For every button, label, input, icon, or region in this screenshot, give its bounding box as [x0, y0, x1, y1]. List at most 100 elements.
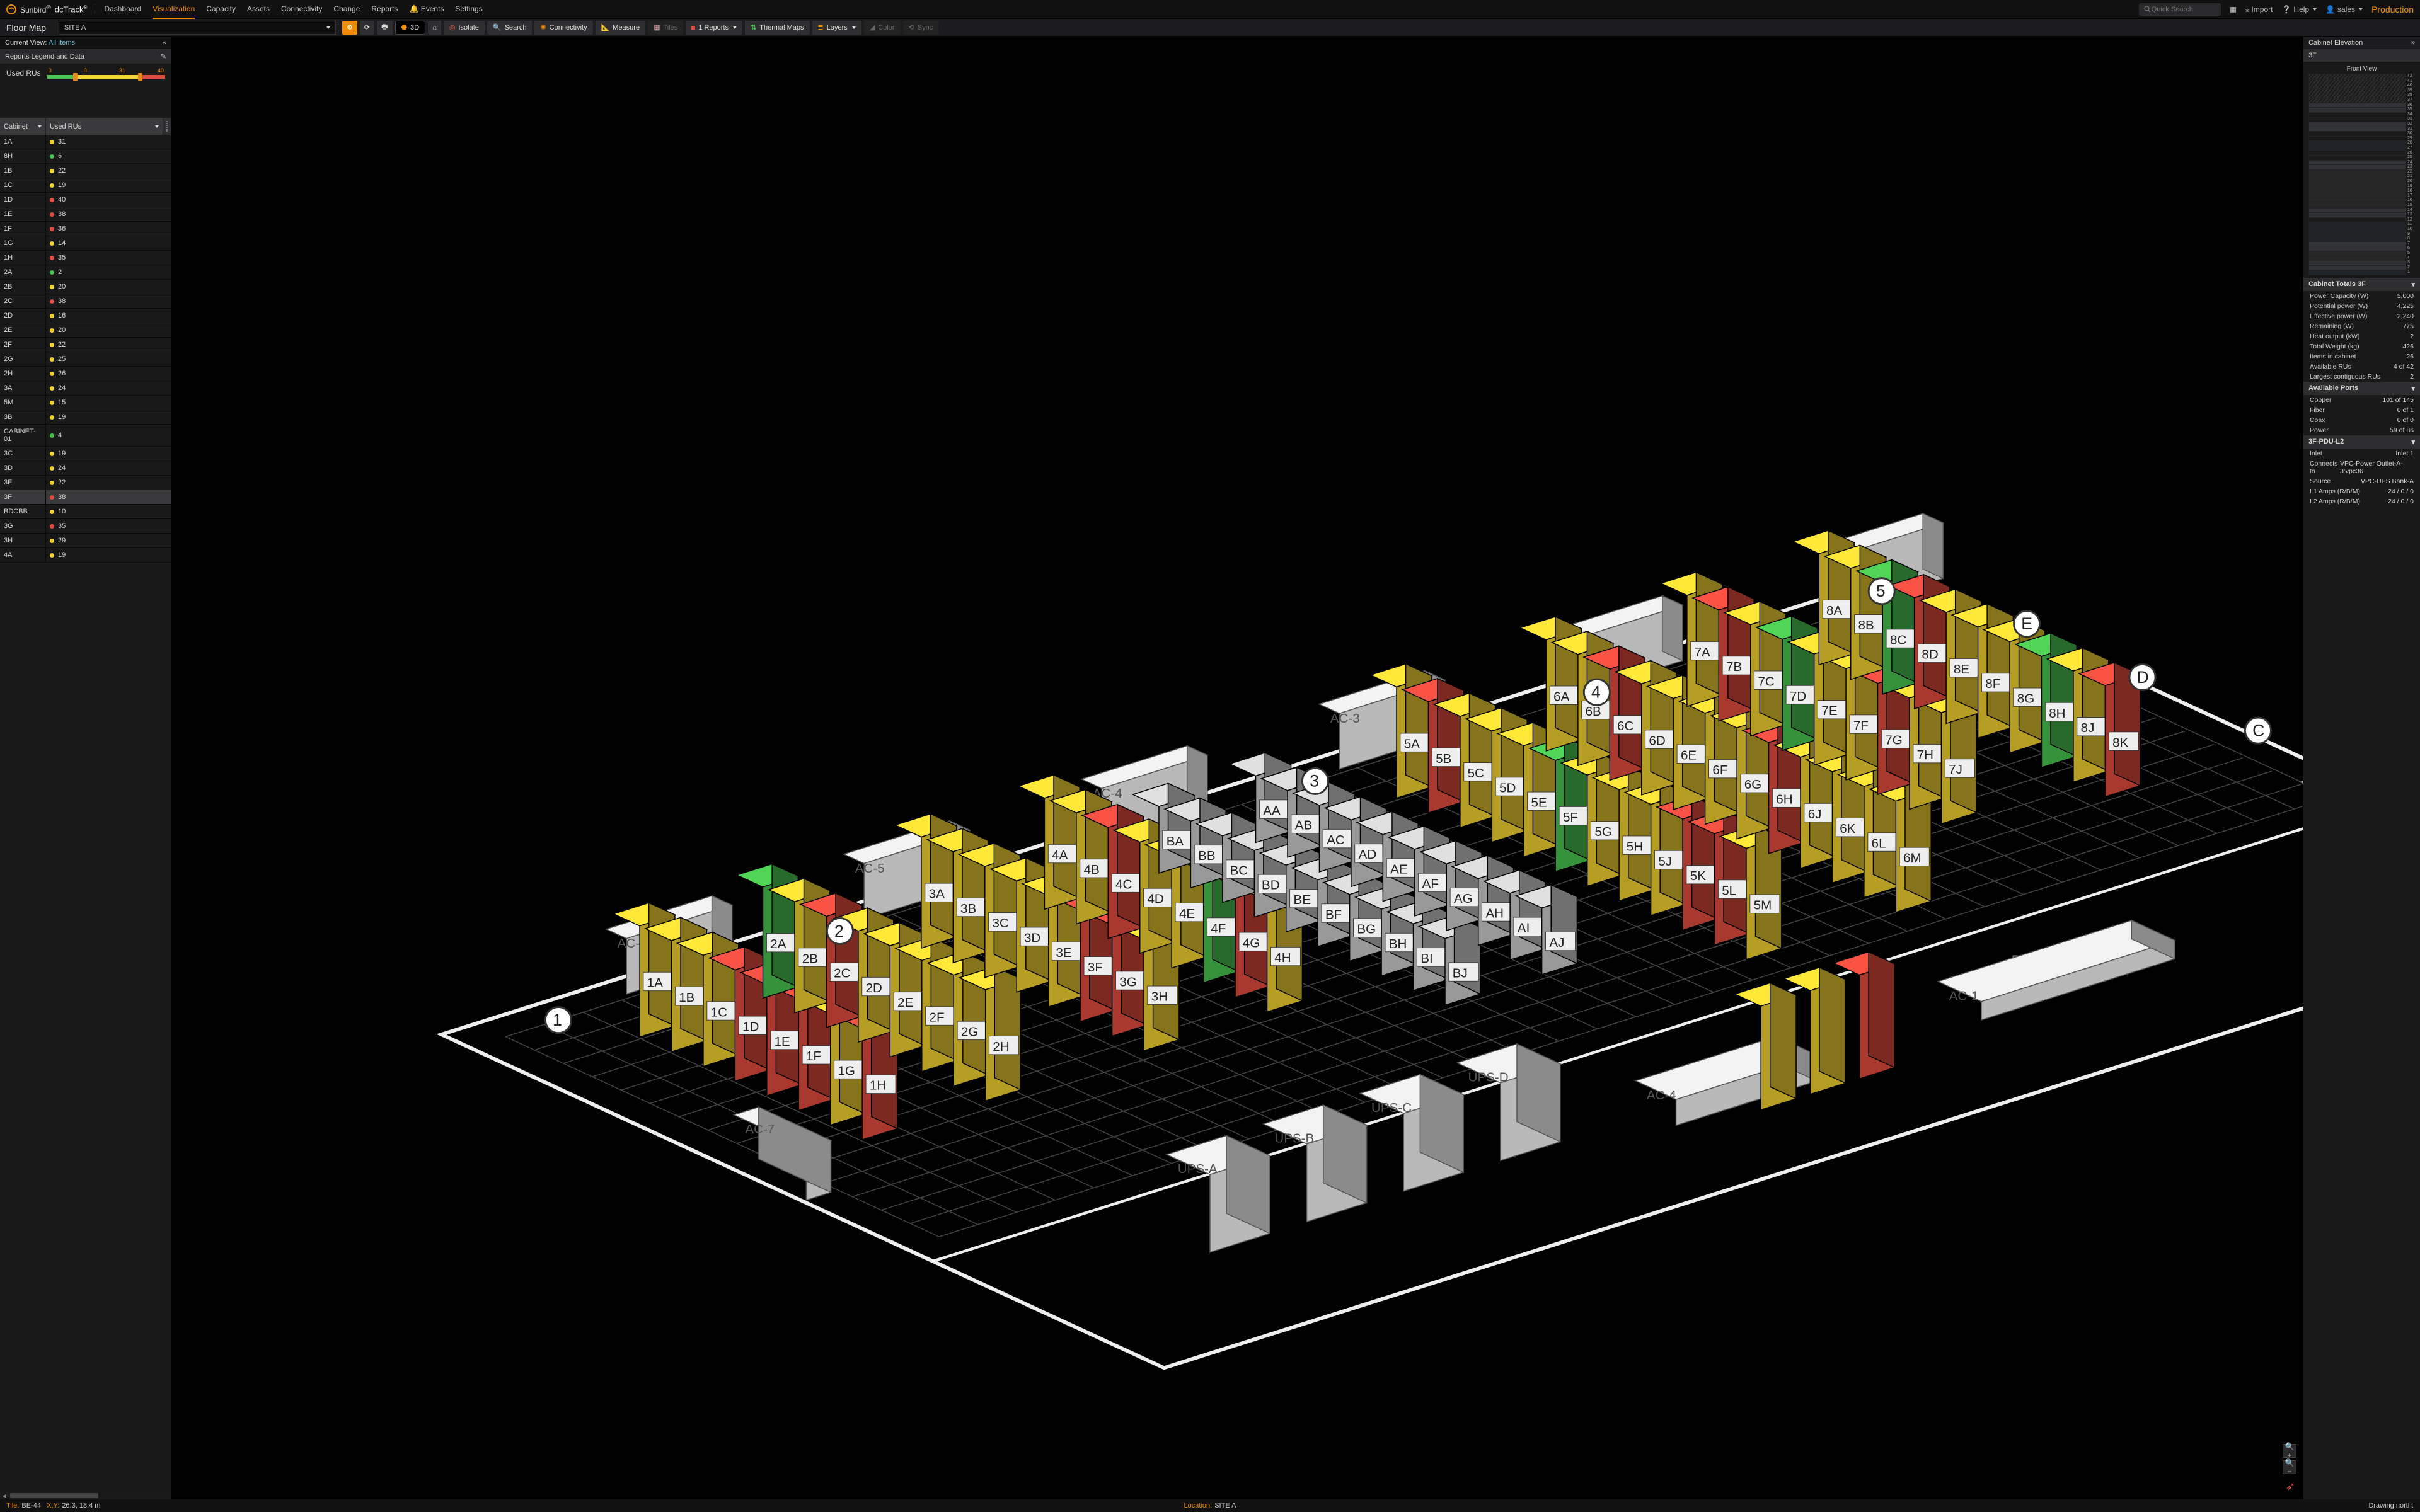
expand-right-icon[interactable]: »	[2411, 39, 2415, 47]
table-row[interactable]: 3G35	[0, 519, 171, 534]
nav-dashboard[interactable]: Dashboard	[104, 0, 141, 19]
collapse-left-icon[interactable]: «	[163, 39, 166, 47]
nav-settings[interactable]: Settings	[455, 0, 482, 19]
sync-button[interactable]: ⟲Sync	[903, 21, 939, 35]
nav-connectivity[interactable]: Connectivity	[281, 0, 322, 19]
legend-gradient[interactable]	[47, 75, 165, 79]
table-row[interactable]: 2E20	[0, 323, 171, 338]
table-row[interactable]: 1F36	[0, 222, 171, 236]
site-selector-label: SITE A	[64, 24, 86, 32]
user-menu[interactable]: 👤 sales	[2325, 5, 2363, 14]
current-view-link[interactable]: All Items	[49, 39, 75, 47]
connectivity-button[interactable]: ✺Connectivity	[534, 21, 592, 35]
table-row[interactable]: 2F22	[0, 338, 171, 352]
tiles-button[interactable]: ▦Tiles	[648, 21, 683, 35]
cabinet-table-hscroll[interactable]: ◂	[0, 1492, 171, 1499]
svg-text:2D: 2D	[866, 981, 882, 995]
pdu-list: InletInlet 1Connects toVPC-Power Outlet-…	[2303, 449, 2420, 507]
table-row[interactable]: 1E38	[0, 207, 171, 222]
table-row[interactable]: 2H26	[0, 367, 171, 381]
cabinet-table-body[interactable]: 1A318H61B221C191D401E381F361G141H352A22B…	[0, 135, 171, 1492]
table-row[interactable]: BDCBB10	[0, 505, 171, 519]
kv-row: Power Capacity (W)5,000	[2303, 291, 2420, 301]
table-row[interactable]: 3B19	[0, 410, 171, 425]
svg-text:3C: 3C	[993, 916, 1009, 931]
table-row[interactable]: 2B20	[0, 280, 171, 294]
ru-slot[interactable]	[2308, 270, 2406, 275]
svg-text:8H: 8H	[2049, 706, 2065, 721]
status-bar: Tile:BE-44 X,Y:26.3, 18.4 m Location:SIT…	[0, 1499, 2420, 1512]
table-row[interactable]: 5M15	[0, 396, 171, 410]
table-row[interactable]: 2A2	[0, 265, 171, 280]
table-row[interactable]: 2G25	[0, 352, 171, 367]
table-row[interactable]: 3C19	[0, 447, 171, 461]
cabinet-totals-header[interactable]: Cabinet Totals 3F▾	[2303, 278, 2420, 291]
svg-text:C: C	[2252, 721, 2264, 740]
svg-text:6G: 6G	[1744, 777, 1761, 792]
isolate-button[interactable]: ◎Isolate	[444, 21, 485, 35]
nav-change[interactable]: Change	[333, 0, 360, 19]
measure-button[interactable]: 📐Measure	[596, 21, 646, 35]
legend-handle-low[interactable]	[73, 73, 78, 81]
col-used-rus[interactable]: Used RUs	[46, 118, 163, 135]
svg-text:2G: 2G	[961, 1025, 978, 1040]
table-row[interactable]: 1A31	[0, 135, 171, 149]
legend-handle-high[interactable]	[138, 73, 142, 81]
table-row[interactable]: 3F38	[0, 490, 171, 505]
nav-reports[interactable]: Reports	[371, 0, 398, 19]
nav-events[interactable]: 🔔 Events	[409, 0, 444, 19]
brand-app: dcTrack®	[55, 4, 88, 14]
view-3d-button[interactable]: ⬣3D	[395, 21, 426, 35]
kv-row: Coax0 of 0	[2303, 415, 2420, 425]
nav-capacity[interactable]: Capacity	[206, 0, 236, 19]
quick-search[interactable]	[2139, 3, 2221, 16]
pdu-header[interactable]: 3F-PDU-L2▾	[2303, 435, 2420, 449]
table-row[interactable]: 8H6	[0, 149, 171, 164]
import-button[interactable]: ⤓ Import	[2245, 4, 2273, 14]
print-button[interactable]: 🖶	[377, 21, 392, 35]
table-row[interactable]: 3H29	[0, 534, 171, 548]
nav-right: ▦ ⤓ Import ❔ Help 👤 sales Production	[2139, 3, 2414, 16]
nav-assets[interactable]: Assets	[247, 0, 270, 19]
table-row[interactable]: 1C19	[0, 178, 171, 193]
table-row[interactable]: 1B22	[0, 164, 171, 178]
thermal-maps-button[interactable]: ⇅Thermal Maps	[745, 21, 810, 35]
color-button[interactable]: ◢Color	[864, 21, 901, 35]
layers-button[interactable]: ≣Layers	[812, 21, 861, 35]
refresh-button[interactable]: ⟳	[360, 21, 374, 35]
help-menu[interactable]: ❔ Help	[2281, 5, 2317, 14]
page-title: Floor Map	[6, 23, 55, 33]
site-selector[interactable]: SITE A	[59, 21, 336, 35]
svg-text:2C: 2C	[834, 966, 850, 981]
col-drag-handle[interactable]	[163, 118, 171, 135]
reports-button[interactable]: 1 Reports	[686, 21, 742, 35]
table-row[interactable]: 1H35	[0, 251, 171, 265]
table-row[interactable]: 1G14	[0, 236, 171, 251]
zoom-in-button[interactable]: 🔍+	[2283, 1444, 2296, 1458]
table-row[interactable]: 3A24	[0, 381, 171, 396]
settings-button[interactable]: ⚙	[342, 21, 357, 35]
quick-search-input[interactable]	[2150, 5, 2216, 14]
zoom-out-button[interactable]: 🔍−	[2283, 1460, 2296, 1474]
table-row[interactable]: CABINET-014	[0, 425, 171, 447]
calendar-icon[interactable]: ▦	[2230, 5, 2237, 14]
cabinet-elevation[interactable]: 4241403938373635343332313029282726252423…	[2308, 74, 2415, 275]
floor-map-viewport[interactable]: DC PLANT ROOMAC-6AC-5AC-4AC-3AC-1AC-71A1…	[172, 37, 2303, 1499]
table-row[interactable]: 1D40	[0, 193, 171, 207]
edit-legend-icon[interactable]: ✎	[161, 52, 166, 60]
svg-text:BC: BC	[1230, 863, 1248, 878]
table-row[interactable]: 3D24	[0, 461, 171, 476]
col-cabinet[interactable]: Cabinet	[0, 118, 46, 135]
kv-row: SourceVPC-UPS Bank-A	[2303, 476, 2420, 486]
floor-map-3d[interactable]: DC PLANT ROOMAC-6AC-5AC-4AC-3AC-1AC-71A1…	[172, 37, 2303, 1481]
table-row[interactable]: 2C38	[0, 294, 171, 309]
table-row[interactable]: 3E22	[0, 476, 171, 490]
home-button[interactable]: ⌂	[428, 21, 441, 35]
table-row[interactable]: 4A19	[0, 548, 171, 563]
nav-visualization[interactable]: Visualization	[153, 0, 195, 19]
svg-text:AC-7: AC-7	[745, 1122, 775, 1137]
available-ports-header[interactable]: Available Ports▾	[2303, 382, 2420, 395]
table-row[interactable]: 2D16	[0, 309, 171, 323]
search-button[interactable]: 🔍Search	[487, 21, 533, 35]
svg-text:UPS-C: UPS-C	[1371, 1101, 1412, 1115]
